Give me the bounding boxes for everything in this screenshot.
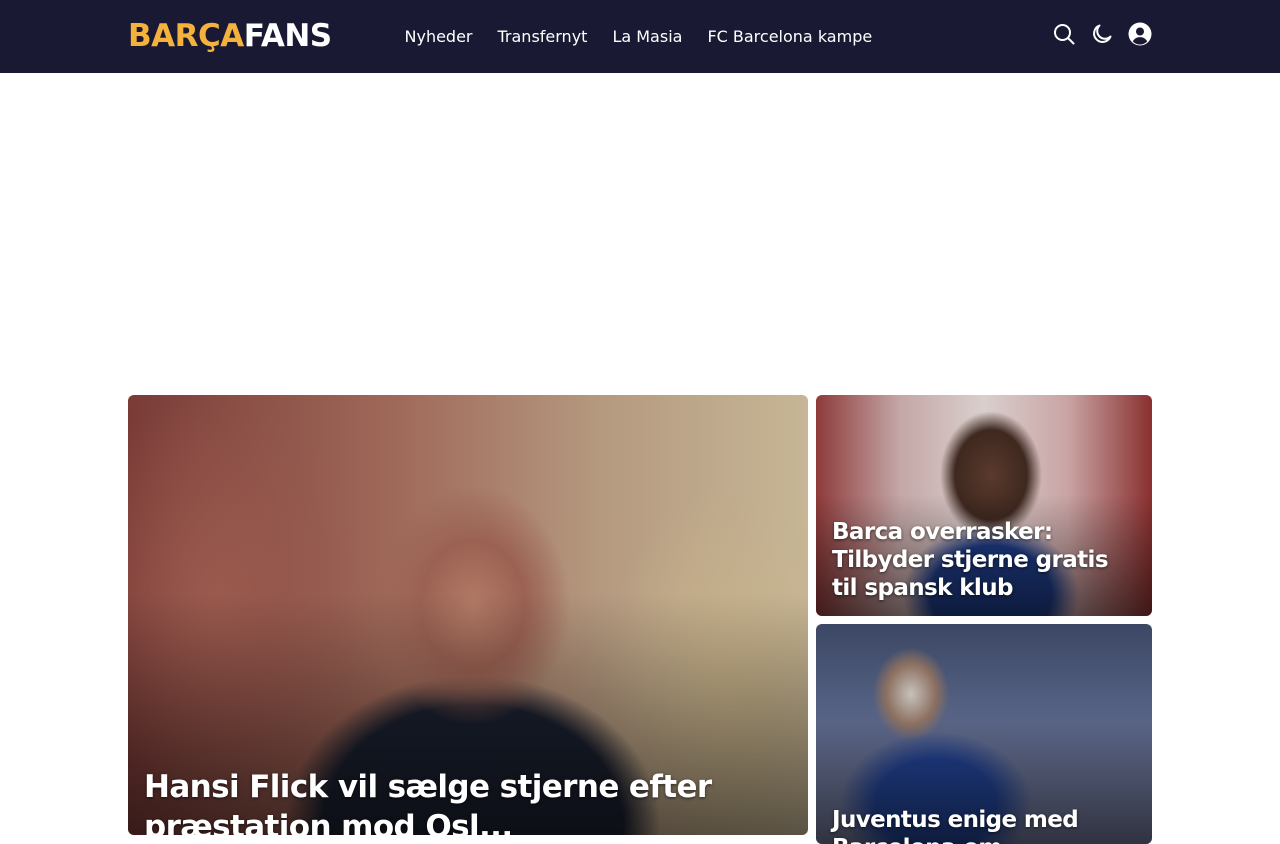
side-article-title-top: Barca overrasker: Tilbyder stjerne grati…	[832, 519, 1109, 601]
logo-text-barca: BARÇA	[128, 18, 244, 54]
header-actions	[1052, 22, 1152, 46]
site-logo[interactable]: BARÇA FANS	[128, 18, 332, 58]
nav-item-nyheder[interactable]: Nyheder	[392, 27, 485, 46]
ad-placeholder	[128, 73, 1152, 395]
main-nav: Nyheder Transfernyt La Masia FC Barcelon…	[392, 0, 885, 73]
dark-mode-icon[interactable]	[1090, 22, 1114, 46]
featured-article-title: Hansi Flick vil sælge stjerne efter præs…	[144, 769, 712, 835]
user-account-icon[interactable]	[1128, 22, 1152, 46]
site-header: BARÇA FANS Nyheder Transfernyt La Masia F…	[0, 0, 1280, 73]
logo-text-fans: FANS	[243, 18, 332, 54]
side-article-card-bottom[interactable]: Juventus enige med Barcelona om...	[816, 624, 1152, 844]
nav-item-transfernyt[interactable]: Transfernyt	[485, 27, 600, 46]
nav-item-la-masia[interactable]: La Masia	[600, 27, 695, 46]
featured-article-card[interactable]: Hansi Flick vil sælge stjerne efter præs…	[128, 395, 808, 835]
side-article-card-top[interactable]: Barca overrasker: Tilbyder stjerne grati…	[816, 395, 1152, 616]
search-icon[interactable]	[1052, 22, 1076, 46]
nav-item-fc-barcelona-kampe[interactable]: FC Barcelona kampe	[695, 27, 885, 46]
side-article-title-bottom: Juventus enige med Barcelona om...	[832, 807, 1079, 844]
